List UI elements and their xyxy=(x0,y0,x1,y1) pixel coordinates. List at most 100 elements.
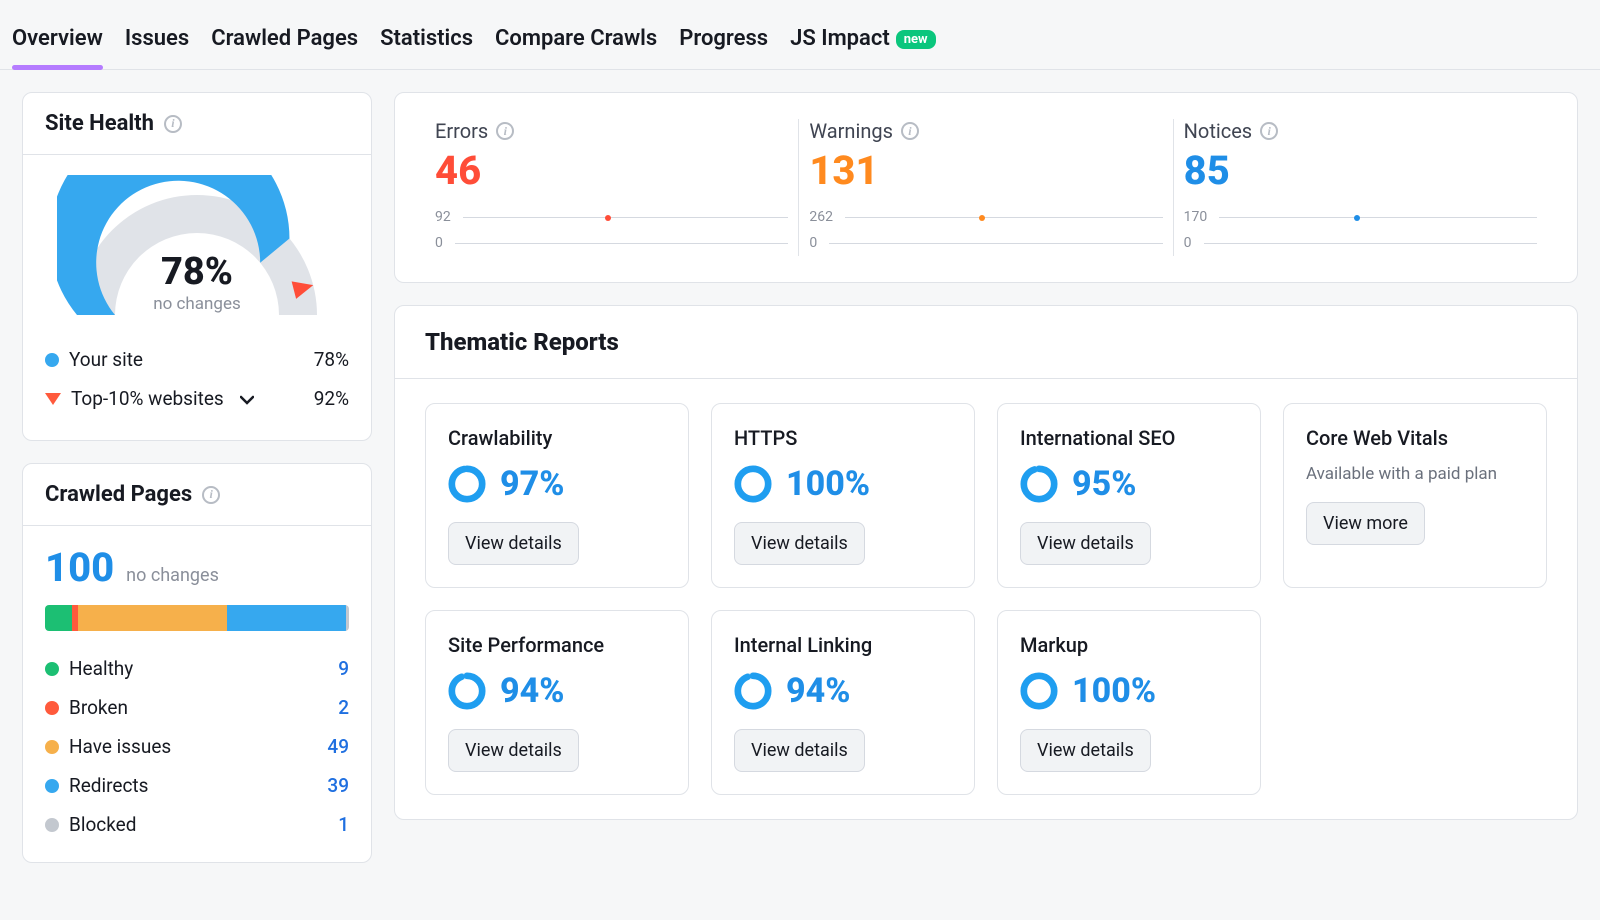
tile-site-performance: Site Performance 94% View details xyxy=(425,610,689,795)
info-icon[interactable]: i xyxy=(901,122,919,140)
dashboard-layout: Site Health i 78% no changes xyxy=(0,70,1600,885)
crawled-pages-title: Crawled Pages xyxy=(45,482,192,507)
tile-title: Crawlability xyxy=(448,426,666,450)
status-count: 49 xyxy=(309,735,349,758)
status-count: 1 xyxy=(309,813,349,836)
tile-percent: 100% xyxy=(786,464,870,504)
spark-dot-icon xyxy=(605,215,611,221)
tile-percent: 94% xyxy=(786,671,850,711)
status-label: Have issues xyxy=(69,735,171,758)
bar-segment-have_issues xyxy=(78,605,227,631)
status-row-blocked[interactable]: Blocked 1 xyxy=(45,805,349,844)
status-row-have-issues[interactable]: Have issues 49 xyxy=(45,727,349,766)
crawled-total: 100 xyxy=(45,544,114,591)
view-details-button[interactable]: View details xyxy=(1020,522,1151,565)
crawled-pages-header: Crawled Pages i xyxy=(23,464,371,526)
left-column: Site Health i 78% no changes xyxy=(22,92,372,863)
status-row-redirects[interactable]: Redirects39 xyxy=(45,766,349,805)
bar-segment-blocked xyxy=(346,605,349,631)
metric-notices[interactable]: Noticesi 85 170 0 xyxy=(1174,119,1547,256)
gauge-subtext: no changes xyxy=(153,294,241,314)
badge-new: new xyxy=(896,30,936,49)
tabs-nav: Overview Issues Crawled Pages Statistics Com… xyxy=(0,0,1600,70)
crawled-bar xyxy=(45,605,349,631)
tab-progress[interactable]: Progress xyxy=(679,18,768,69)
tab-overview[interactable]: Overview xyxy=(12,18,103,69)
tab-js-impact[interactable]: JS Impactnew xyxy=(790,18,936,69)
status-label: Redirects xyxy=(69,774,148,797)
axis-bot: 0 xyxy=(1184,235,1192,251)
tile-title: HTTPS xyxy=(734,426,952,450)
spark-dot-icon xyxy=(1354,215,1360,221)
thematic-title: Thematic Reports xyxy=(395,306,1577,379)
top-metrics-card: Errorsi 46 92 0 Warningsi 131 262 0 Noti… xyxy=(394,92,1578,283)
chevron-down-icon xyxy=(240,387,254,410)
status-count: 2 xyxy=(309,696,349,719)
dot-icon xyxy=(45,740,59,754)
axis-bot: 0 xyxy=(809,235,817,251)
bar-segment-healthy xyxy=(45,605,72,631)
crawled-subtext: no changes xyxy=(126,565,219,586)
axis-top: 170 xyxy=(1184,209,1208,225)
metric-warnings[interactable]: Warningsi 131 262 0 xyxy=(799,119,1173,256)
tile-core-web-vitals: Core Web Vitals Available with a paid pl… xyxy=(1283,403,1547,588)
tile-markup: Markup 100% View details xyxy=(997,610,1261,795)
dot-icon xyxy=(45,701,59,715)
metric-value: 46 xyxy=(435,147,788,194)
view-details-button[interactable]: View details xyxy=(448,729,579,772)
metric-sparkline: 170 0 xyxy=(1184,204,1537,256)
thematic-reports-card: Thematic Reports Crawlability 97% View d… xyxy=(394,305,1578,820)
progress-ring-icon xyxy=(448,672,486,710)
crawled-pages-card: Crawled Pages i 100 no changes Healthy9B… xyxy=(22,463,372,863)
view-details-button[interactable]: View details xyxy=(734,729,865,772)
view-details-button[interactable]: View details xyxy=(734,522,865,565)
your-site-label: Your site xyxy=(69,348,143,371)
legend-top10[interactable]: Top-10% websites 92% xyxy=(45,379,349,418)
metric-title: Warnings xyxy=(809,119,893,143)
tab-statistics[interactable]: Statistics xyxy=(380,18,473,69)
tab-issues[interactable]: Issues xyxy=(125,18,189,69)
thematic-tiles: Crawlability 97% View detailsHTTPS 100% … xyxy=(395,379,1577,819)
status-row-broken[interactable]: Broken 2 xyxy=(45,688,349,727)
tab-compare-crawls[interactable]: Compare Crawls xyxy=(495,18,657,69)
view-more-button[interactable]: View more xyxy=(1306,502,1425,545)
progress-ring-icon xyxy=(1020,672,1058,710)
tile-title: International SEO xyxy=(1020,426,1238,450)
bar-segment-redirects xyxy=(227,605,346,631)
info-icon[interactable]: i xyxy=(202,486,220,504)
status-label: Broken xyxy=(69,696,128,719)
spark-dot-icon xyxy=(979,215,985,221)
your-site-value: 78% xyxy=(314,348,349,371)
tab-crawled-pages[interactable]: Crawled Pages xyxy=(211,18,358,69)
tile-internal-linking: Internal Linking 94% View details xyxy=(711,610,975,795)
tile-title: Core Web Vitals xyxy=(1306,426,1524,450)
site-health-gauge: 78% no changes xyxy=(23,155,371,324)
tile-percent: 97% xyxy=(500,464,564,504)
tile-title: Markup xyxy=(1020,633,1238,657)
info-icon[interactable]: i xyxy=(164,115,182,133)
dot-icon xyxy=(45,353,59,367)
view-details-button[interactable]: View details xyxy=(448,522,579,565)
dot-icon xyxy=(45,818,59,832)
progress-ring-icon xyxy=(1020,465,1058,503)
progress-ring-icon xyxy=(448,465,486,503)
dot-icon xyxy=(45,779,59,793)
triangle-down-icon xyxy=(45,393,61,405)
progress-ring-icon xyxy=(734,465,772,503)
metric-sparkline: 262 0 xyxy=(809,204,1162,256)
info-icon[interactable]: i xyxy=(496,122,514,140)
site-health-header: Site Health i xyxy=(23,93,371,155)
info-icon[interactable]: i xyxy=(1260,122,1278,140)
metric-errors[interactable]: Errorsi 46 92 0 xyxy=(425,119,799,256)
tile-note: Available with a paid plan xyxy=(1306,464,1524,484)
site-health-title: Site Health xyxy=(45,111,154,136)
tile-title: Internal Linking xyxy=(734,633,952,657)
view-details-button[interactable]: View details xyxy=(1020,729,1151,772)
gauge-percent: 78% xyxy=(153,250,241,294)
metric-title: Errors xyxy=(435,119,488,143)
status-label: Healthy xyxy=(69,657,133,680)
top10-value: 92% xyxy=(314,387,349,410)
status-row-healthy[interactable]: Healthy9 xyxy=(45,649,349,688)
dot-icon xyxy=(45,662,59,676)
status-label: Blocked xyxy=(69,813,136,836)
